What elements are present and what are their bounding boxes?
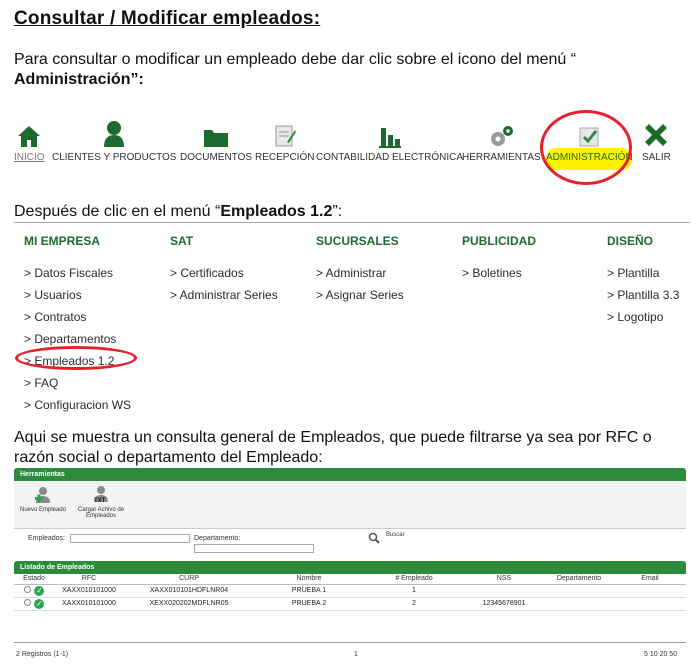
- menu-item-boletines[interactable]: > Boletines: [462, 266, 536, 288]
- intro-text: Para consultar o modificar un empleado d…: [14, 51, 577, 88]
- menu-item-certificados[interactable]: > Certificados: [170, 266, 278, 288]
- menu-item-faq[interactable]: > FAQ: [24, 376, 131, 398]
- row-select-radio[interactable]: [23, 585, 31, 593]
- active-check-icon: ✓: [34, 585, 45, 596]
- add-user-icon: [35, 487, 51, 503]
- col-curp[interactable]: CURP: [124, 574, 254, 585]
- step2-text: Después de clic en el menú “Empleados 1.…: [14, 203, 343, 220]
- menu-col-diseno: DISEÑO > Plantilla > Plantilla 3.3 > Log…: [607, 234, 679, 332]
- step3-text: Aqui se muestra un consulta general de E…: [14, 429, 652, 466]
- nav-clientes[interactable]: CLIENTES Y PRODUCTOS: [52, 118, 176, 163]
- page-size-options[interactable]: 5 10 20 50: [644, 651, 677, 658]
- menu-col-sat: SAT > Certificados > Administrar Series: [170, 234, 278, 310]
- department-filter-input[interactable]: [194, 544, 314, 553]
- page-number[interactable]: 1: [354, 651, 358, 658]
- clipboard-icon: [255, 118, 314, 148]
- tools-bar: Nuevo Empleado TXT Cargar Achivo de Empl…: [14, 481, 686, 529]
- user-icon: [52, 118, 176, 148]
- department-filter-label: Departamento:: [194, 535, 241, 542]
- search-icon: [368, 532, 380, 544]
- new-employee-button[interactable]: Nuevo Empleado: [20, 485, 66, 513]
- col-email[interactable]: Email: [614, 574, 686, 585]
- menu-col-mi-empresa: MI EMPRESA > Datos Fiscales > Usuarios >…: [24, 234, 131, 420]
- menu-item-asignar-series[interactable]: > Asignar Series: [316, 288, 404, 310]
- table-row[interactable]: ✓ XAXX010101000 XEXX020202MDFLNR05 PRUEB…: [14, 597, 686, 611]
- empleados-highlight-circle: [15, 346, 137, 370]
- col-nombre[interactable]: Nombre: [254, 574, 364, 585]
- col-nss[interactable]: NSS: [464, 574, 544, 585]
- menu-item-plantilla[interactable]: > Plantilla: [607, 266, 679, 288]
- record-count: 2 Registros (1-1): [16, 651, 69, 658]
- col-estado[interactable]: Estado: [14, 574, 54, 585]
- upload-employees-button[interactable]: TXT Cargar Achivo de Empleados: [78, 485, 124, 519]
- list-header: Listado de Empleados: [14, 561, 686, 574]
- bar-chart-icon: [316, 118, 463, 148]
- active-check-icon: ✓: [34, 598, 45, 609]
- nav-herramientas[interactable]: HERRAMIENTAS: [462, 118, 541, 163]
- nav-recepcion[interactable]: RECEPCIÓN: [255, 118, 314, 163]
- col-rfc[interactable]: RFC: [54, 574, 124, 585]
- table-footer: 2 Registros (1-1) 1 5 10 20 50: [14, 642, 686, 662]
- menu-item-contratos[interactable]: > Contratos: [24, 310, 131, 332]
- menu-item-plantilla-33[interactable]: > Plantilla 3.3: [607, 288, 679, 310]
- home-icon: [14, 118, 45, 148]
- nav-inicio[interactable]: INICIO: [14, 118, 45, 163]
- menu-item-usuarios[interactable]: > Usuarios: [24, 288, 131, 310]
- nav-contabilidad[interactable]: CONTABILIDAD ELECTRÓNICA: [316, 118, 463, 163]
- svg-text:TXT: TXT: [94, 498, 106, 504]
- menu-item-configuracion-ws[interactable]: > Configuracion WS: [24, 398, 131, 420]
- employees-filter-input[interactable]: [70, 534, 190, 543]
- filter-bar: Empleados: Departamento: Buscar: [14, 529, 686, 561]
- menu-item-administrar-series[interactable]: > Administrar Series: [170, 288, 278, 310]
- menu-item-administrar[interactable]: > Administrar: [316, 266, 404, 288]
- menu-col-publicidad: PUBLICIDAD > Boletines: [462, 234, 536, 288]
- admin-highlight-circle: [540, 110, 632, 185]
- employees-panel: Herramientas Nuevo Empleado TXT Cargar A…: [14, 468, 686, 611]
- tools-header: Herramientas: [14, 468, 686, 481]
- nav-documentos[interactable]: DOCUMENTOS: [180, 118, 252, 163]
- menu-item-logotipo[interactable]: > Logotipo: [607, 310, 679, 332]
- employees-table: Estado RFC CURP Nombre # Empleado NSS De…: [14, 574, 686, 611]
- page-title: Consultar / Modificar empleados:: [14, 8, 321, 29]
- txt-upload-icon: TXT: [94, 486, 109, 504]
- menu-col-sucursales: SUCURSALES > Administrar > Asignar Serie…: [316, 234, 404, 310]
- menu-item-datos-fiscales[interactable]: > Datos Fiscales: [24, 266, 131, 288]
- divider: [14, 222, 690, 223]
- col-num-empleado[interactable]: # Empleado: [364, 574, 464, 585]
- folder-icon: [180, 118, 252, 148]
- row-select-radio[interactable]: [23, 598, 31, 606]
- employees-filter-label: Empleados:: [28, 535, 65, 542]
- search-button[interactable]: Buscar: [368, 532, 405, 546]
- table-row[interactable]: ✓ XAXX010101000 XAXX010101HDFLNR04 PRUEB…: [14, 584, 686, 598]
- col-departamento[interactable]: Departamento: [544, 574, 614, 585]
- gears-icon: [462, 118, 541, 148]
- nav-salir[interactable]: SALIR: [642, 118, 671, 163]
- exit-x-icon: [642, 118, 671, 148]
